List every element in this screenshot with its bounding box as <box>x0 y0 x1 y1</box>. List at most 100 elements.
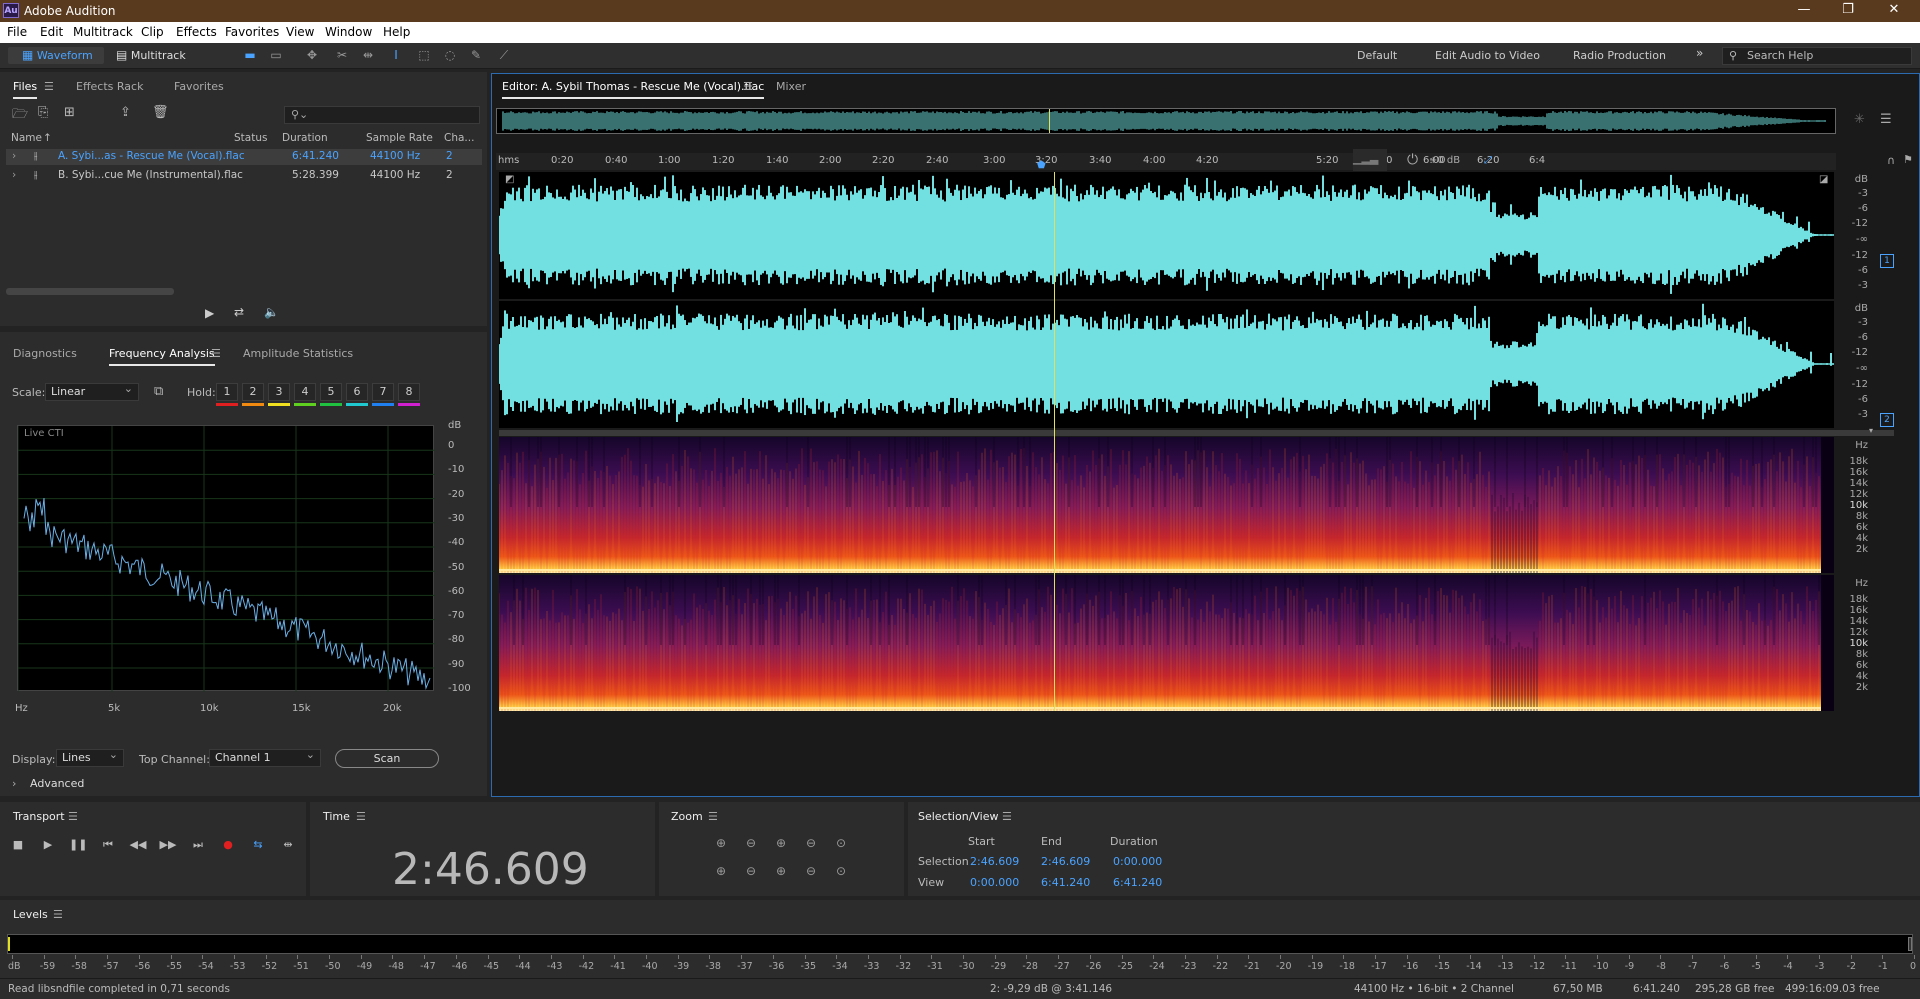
brush-tool-icon[interactable]: ✎ <box>468 48 484 63</box>
panel-menu-icon[interactable]: ☰ <box>743 80 753 93</box>
volume-icon[interactable]: 🔈 <box>264 305 279 319</box>
channel-1-toggle[interactable]: 1 <box>1880 254 1894 268</box>
menu-favorites[interactable]: Favorites <box>225 25 279 39</box>
tab-diagnostics[interactable]: Diagnostics <box>13 347 77 360</box>
advanced-section[interactable]: Advanced <box>30 777 84 790</box>
files-search-input[interactable]: ⚲⌄ <box>284 106 480 124</box>
zoom-out-amplitude-icon[interactable]: ⊖ <box>741 836 761 854</box>
scan-button[interactable]: Scan <box>335 749 439 768</box>
panel-menu-icon[interactable]: ☰ <box>68 810 78 823</box>
rewind-icon[interactable]: ◀◀ <box>129 838 147 854</box>
clip-indicator[interactable] <box>1908 937 1912 951</box>
lock-to-selection-icon[interactable]: ⧉ <box>154 384 163 399</box>
lasso-tool-icon[interactable]: ◌ <box>442 48 458 63</box>
tab-favorites[interactable]: Favorites <box>174 80 224 93</box>
tab-frequency-analysis[interactable]: Frequency Analysis <box>109 347 215 366</box>
panel-menu-icon[interactable]: ☰ <box>356 810 366 823</box>
skip-selection-icon[interactable]: ⇹ <box>279 838 297 854</box>
expand-view-icon[interactable]: ◪ <box>1819 174 1828 185</box>
tab-files[interactable]: Files <box>13 80 38 99</box>
menu-edit[interactable]: Edit <box>40 25 63 39</box>
headphones-icon[interactable]: ∩ <box>1887 154 1895 167</box>
hold-button-3[interactable]: 3 <box>268 383 290 401</box>
marker-pin-icon[interactable]: ⚑ <box>1903 153 1913 166</box>
razor-tool-icon[interactable]: ✂ <box>334 48 350 63</box>
collapse-icon[interactable]: ▾ <box>1869 426 1873 435</box>
column-status[interactable]: Status <box>234 132 267 144</box>
zoom-in-time-icon[interactable]: ⊕ <box>771 836 791 854</box>
menu-clip[interactable]: Clip <box>141 25 164 39</box>
menu-window[interactable]: Window <box>325 25 372 39</box>
multitrack-button[interactable]: ▤ Multitrack <box>112 47 202 64</box>
spectrogram-channel-1[interactable] <box>498 437 1834 573</box>
spot-healing-icon[interactable]: ⟋ <box>496 48 512 63</box>
import-file-icon[interactable]: ⎘ <box>38 105 48 120</box>
new-file-icon[interactable]: ⊞ <box>64 105 75 120</box>
files-horizontal-scrollbar[interactable] <box>6 288 174 295</box>
zoom-in-right-icon[interactable]: ⊖ <box>741 864 761 882</box>
column-name[interactable]: Name <box>11 132 42 144</box>
record-icon[interactable]: ● <box>219 838 237 854</box>
zoom-in-left-icon[interactable]: ⊕ <box>711 864 731 882</box>
hold-button-5[interactable]: 5 <box>320 383 342 401</box>
tab-editor[interactable]: Editor: A. Sybil Thomas - Rescue Me (Voc… <box>502 80 765 99</box>
overview-navigator[interactable] <box>496 108 1836 134</box>
selection-end[interactable]: 2:46.609 <box>1041 855 1090 868</box>
hud-pin-icon[interactable]: ⤢ <box>1484 155 1492 166</box>
waveform-button[interactable]: ▦ Waveform <box>8 47 104 64</box>
display-dropdown[interactable]: Lines <box>56 747 124 767</box>
slip-tool-icon[interactable]: ⇹ <box>360 48 376 63</box>
fx-icon[interactable]: ◩ <box>505 174 514 185</box>
panel-menu-icon[interactable]: ☰ <box>44 80 54 93</box>
scale-dropdown[interactable]: Linear <box>45 381 139 401</box>
waveform-channel-2[interactable] <box>498 301 1834 428</box>
spectral-frequency-icon[interactable]: ▬ <box>242 48 258 63</box>
menu-multitrack[interactable]: Multitrack <box>73 25 133 39</box>
zoom-out-all-icon[interactable]: ⊙ <box>831 864 851 882</box>
hold-button-8[interactable]: 8 <box>398 383 420 401</box>
panel-menu-icon[interactable]: ☰ <box>1002 810 1012 823</box>
skip-to-start-icon[interactable]: ⏮ <box>99 838 117 854</box>
minimize-icon[interactable]: — <box>1784 2 1824 17</box>
view-end[interactable]: 6:41.240 <box>1041 876 1090 889</box>
tab-mixer[interactable]: Mixer <box>776 80 806 93</box>
selection-start[interactable]: 2:46.609 <box>970 855 1019 868</box>
hold-button-1[interactable]: 1 <box>216 383 238 401</box>
menu-view[interactable]: View <box>286 25 314 39</box>
close-icon[interactable]: ✕ <box>1874 2 1914 17</box>
top-channel-dropdown[interactable]: Channel 1 <box>209 747 321 767</box>
hold-button-6[interactable]: 6 <box>346 383 368 401</box>
skip-to-end-icon[interactable]: ⏭ <box>189 838 207 854</box>
selection-duration[interactable]: 0:00.000 <box>1113 855 1162 868</box>
zoom-out-time-icon[interactable]: ⊖ <box>801 836 821 854</box>
loop-playback-icon[interactable]: ⇆ <box>249 838 267 854</box>
playhead-line[interactable] <box>1054 172 1055 711</box>
channel-2-toggle[interactable]: 2 <box>1880 413 1894 427</box>
open-file-icon[interactable]: 🗁 <box>12 105 28 127</box>
zoom-in-amplitude-icon[interactable]: ⊕ <box>711 836 731 854</box>
loop-preview-icon[interactable]: ⇄ <box>234 305 244 319</box>
spectral-divider[interactable]: ▾ <box>499 426 1894 436</box>
gain-knob-icon[interactable]: ⏻ <box>1407 152 1418 168</box>
view-duration[interactable]: 6:41.240 <box>1113 876 1162 889</box>
fast-forward-icon[interactable]: ▶▶ <box>159 838 177 854</box>
view-start[interactable]: 0:00.000 <box>970 876 1019 889</box>
hold-button-2[interactable]: 2 <box>242 383 264 401</box>
play-preview-icon[interactable]: ▶ <box>205 306 214 320</box>
time-ruler[interactable]: hms 0:20 0:40 1:00 1:20 1:40 2:00 2:20 2:40 3:00 3… <box>496 149 1836 171</box>
stop-icon[interactable]: ■ <box>9 838 27 854</box>
move-tool-icon[interactable]: ✥ <box>304 48 320 63</box>
marquee-tool-icon[interactable]: ⬚ <box>416 48 432 63</box>
file-row[interactable]: › ⫲ A. Sybi...as - Rescue Me (Vocal).fla… <box>6 149 482 165</box>
time-selection-tool-icon[interactable]: I <box>388 48 404 63</box>
layout-icon[interactable]: ☰ <box>1880 112 1892 127</box>
workspace-edit-audio-to-video[interactable]: Edit Audio to Video <box>1435 49 1540 62</box>
column-channels[interactable]: Cha... <box>444 132 474 144</box>
time-display[interactable]: 2:46.609 <box>392 844 589 895</box>
panel-menu-icon[interactable]: ☰ <box>53 908 63 921</box>
workspace-radio-production[interactable]: Radio Production <box>1573 49 1666 62</box>
search-input[interactable]: ⚲ Search Help <box>1722 47 1912 65</box>
tab-amplitude-statistics[interactable]: Amplitude Statistics <box>243 347 353 360</box>
zoom-navigator-icon[interactable]: ✳ <box>1854 112 1865 127</box>
file-row[interactable]: › ⫲ B. Sybi...cue Me (Instrumental).flac… <box>6 168 482 184</box>
